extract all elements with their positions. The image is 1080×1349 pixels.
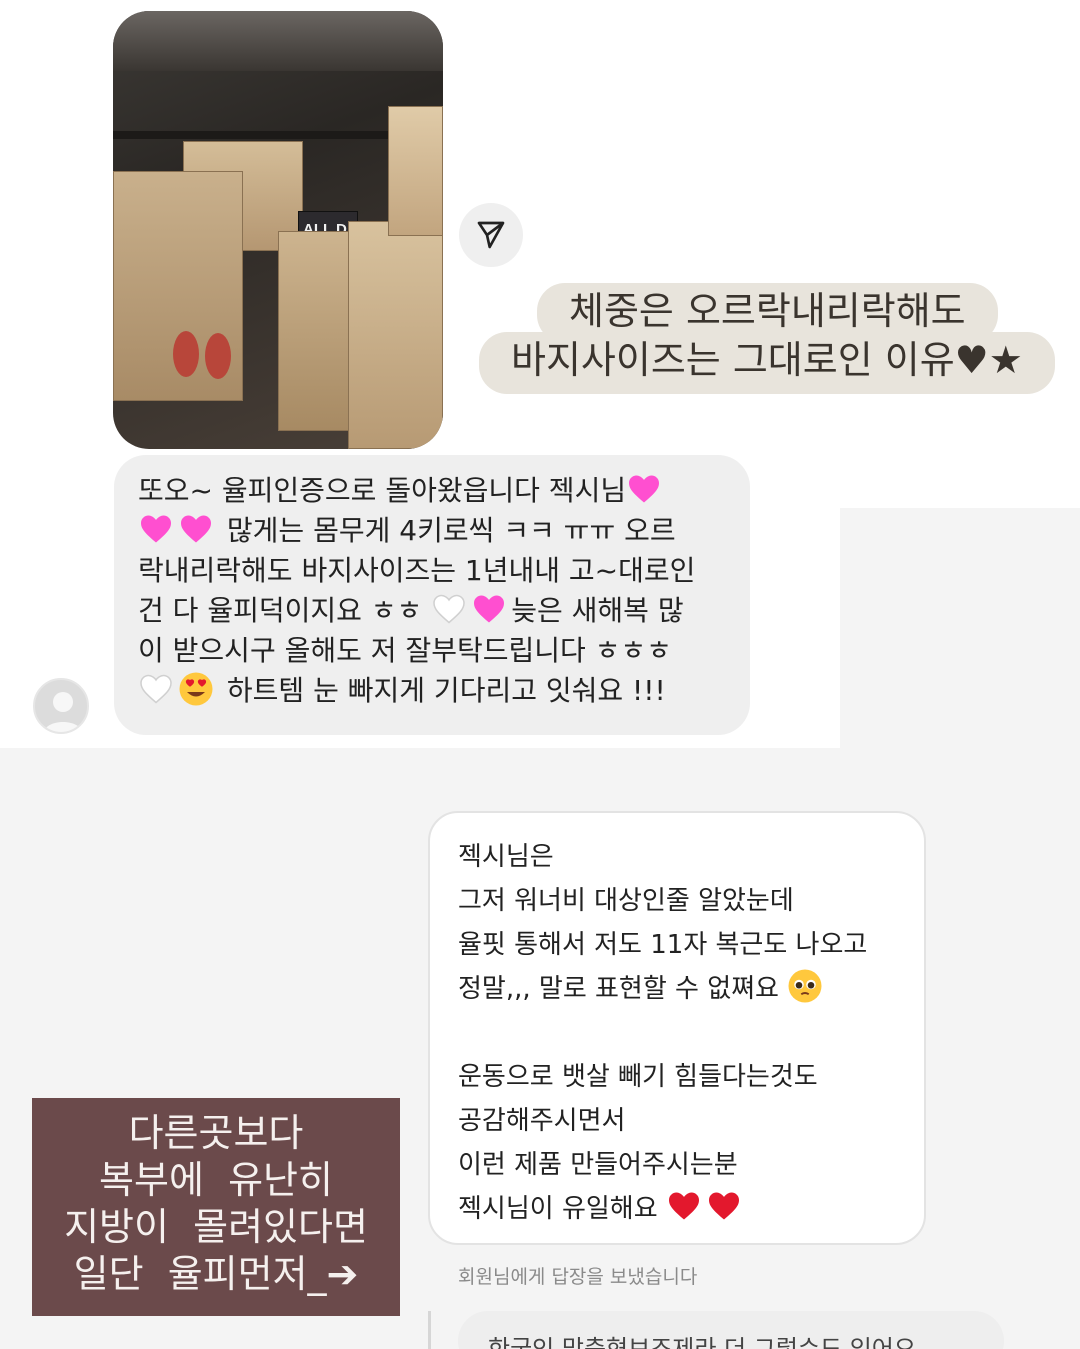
- photo-ceiling: [113, 11, 443, 71]
- message-text: 또오~ 율피인증으로 돌아왔읍니다 젝시님: [138, 474, 627, 507]
- heart-eyes-icon: [179, 672, 213, 706]
- avatar[interactable]: [33, 678, 89, 734]
- next-message-preview[interactable]: 한국인 맞춤형보조제라 더 그렇수도 있어요: [458, 1311, 1004, 1349]
- chat-panel-extension: [840, 0, 1080, 508]
- red-heart-icon: [708, 1192, 739, 1220]
- reply-status-text: 회원님에게 답장을 보냈습니다: [458, 1266, 698, 1288]
- message-text: 건 다 율피덕이지요 ㅎㅎ: [138, 594, 423, 627]
- reply-text: 정말,,, 말로 표현할 수 없쪄요: [458, 974, 779, 1004]
- reply-quote-rule: [428, 1311, 431, 1349]
- white-heart-icon: [140, 674, 172, 704]
- reply-line: 운동으로 뱃살 빼기 힘들다는것도: [458, 1062, 818, 1092]
- message-line: 건 다 율피덕이지요 ㅎㅎ 늦은 새해복 많: [138, 591, 726, 631]
- photo-caption-line: 바지사이즈는 그대로인 이유♥★: [479, 332, 1055, 394]
- incoming-message-bubble[interactable]: 또오~ 율피인증으로 돌아왔읍니다 젝시님 많게는 몸무게 4키로씩 ㅋㅋ ㅠㅠ…: [114, 455, 750, 735]
- pink-heart-icon: [474, 595, 505, 623]
- white-heart-icon: [433, 594, 465, 624]
- message-line: 하트템 눈 빠지게 기다리고 잇숴요 !!!: [138, 671, 726, 711]
- product-photo[interactable]: ALL DAY SLIM: [113, 11, 443, 449]
- reply-line: 공감해주시면서: [458, 1106, 626, 1136]
- message-text: 하트템 눈 빠지게 기다리고 잇숴요 !!!: [226, 674, 666, 707]
- reply-line: 이런 제품 만들어주시는분: [458, 1150, 738, 1180]
- photo-box: [388, 106, 443, 236]
- promo-line: 복부에 유난히: [99, 1158, 333, 1202]
- promo-line: 다른곳보다: [128, 1111, 304, 1155]
- message-line: 많게는 몸무게 4키로씩 ㅋㅋ ㅠㅠ 오르: [138, 511, 726, 551]
- promo-overlay-box: 다른곳보다 복부에 유난히 지방이 몰려있다면 일단 율피먼저_➔: [32, 1098, 400, 1316]
- dm-screenshot: ALL DAY SLIM 체중은 오르락내리락해도 바지사이즈는 그대로인 이유…: [0, 0, 1080, 1349]
- share-button[interactable]: [459, 203, 523, 267]
- pink-heart-icon: [629, 475, 660, 503]
- promo-line: 지방이 몰려있다면: [64, 1205, 368, 1249]
- message-text: 늦은 새해복 많: [511, 594, 684, 627]
- message-line: 또오~ 율피인증으로 돌아왔읍니다 젝시님: [138, 471, 726, 511]
- message-line: 락내리락해도 바지사이즈는 1년내내 고~대로인: [138, 554, 696, 587]
- photo-box-mark: [205, 333, 231, 379]
- pleading-face-icon: [788, 969, 822, 1003]
- pink-heart-icon: [141, 515, 171, 543]
- reply-line: 젝시님이 유일해요: [458, 1187, 898, 1231]
- pink-heart-icon: [181, 515, 211, 543]
- reply-line: [458, 1011, 898, 1055]
- reply-line: 정말,,, 말로 표현할 수 없쪄요: [458, 967, 898, 1011]
- message-text: 많게는 몸무게 4키로씩 ㅋㅋ ㅠㅠ 오르: [226, 514, 676, 547]
- reply-message-card[interactable]: 젝시님은 그저 워너비 대상인줄 알았눈데 율핏 통해서 저도 11자 복근도 …: [428, 811, 926, 1245]
- reply-line: 그저 워너비 대상인줄 알았눈데: [458, 886, 794, 916]
- red-heart-icon: [668, 1192, 699, 1220]
- reply-line: 율핏 통해서 저도 11자 복근도 나오고: [458, 930, 868, 960]
- reply-line: 젝시님은: [458, 842, 554, 872]
- send-arrow-icon: [477, 221, 505, 249]
- promo-line: 일단 율피먼저_➔: [73, 1252, 359, 1296]
- reply-text: 젝시님이 유일해요: [458, 1194, 658, 1224]
- photo-box: [348, 221, 443, 449]
- photo-box-mark: [173, 331, 199, 377]
- message-line: 이 받으시구 올해도 저 잘부탁드립니다 ㅎㅎㅎ: [138, 634, 672, 667]
- photo-box: [278, 231, 353, 431]
